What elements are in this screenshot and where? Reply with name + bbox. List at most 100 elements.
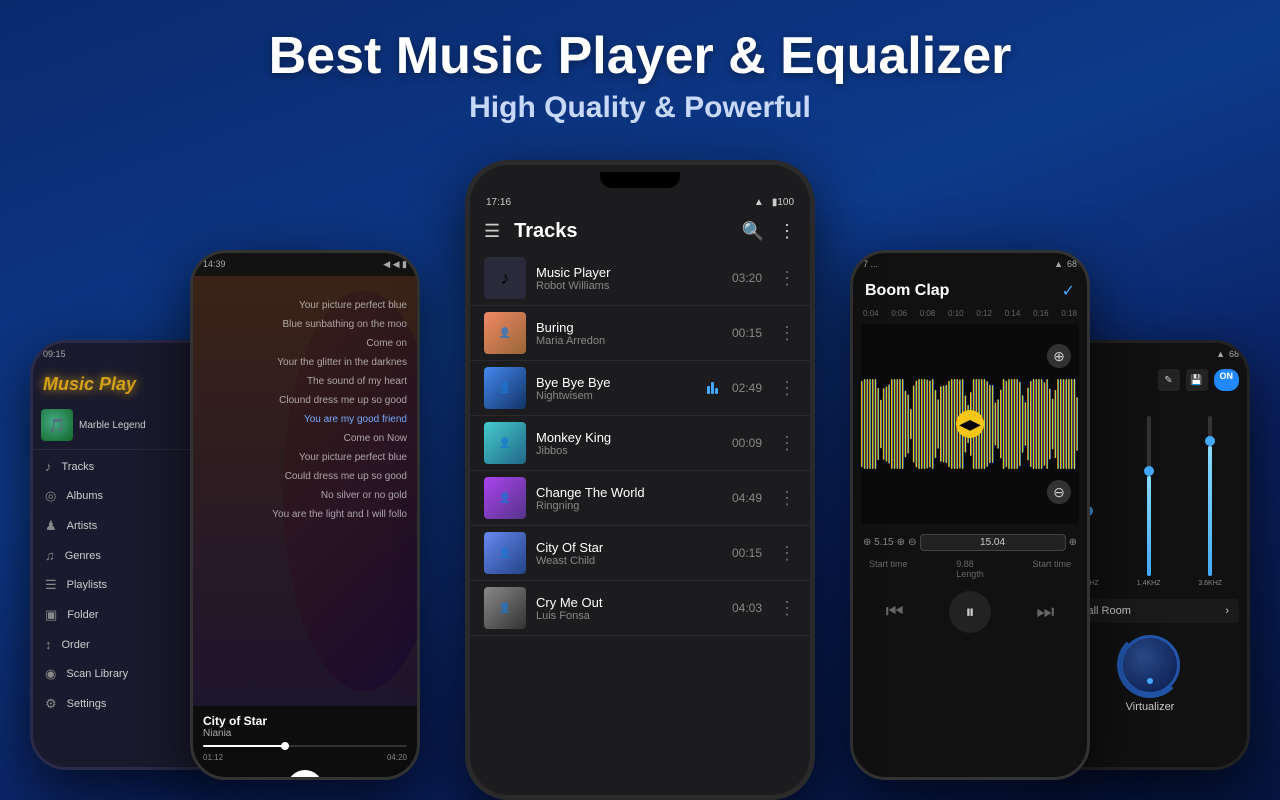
lyric-line: Your picture perfect blue bbox=[203, 448, 407, 467]
nav-icon: ♫ bbox=[45, 548, 55, 563]
track-artist: Robot Williams bbox=[536, 280, 722, 292]
phone2-content: Your picture perfect blueBlue sunbathing… bbox=[193, 276, 417, 706]
eq-slider-thumb[interactable] bbox=[1144, 466, 1154, 476]
track-more-button[interactable]: ⋮ bbox=[778, 543, 796, 564]
start-time-label: ⊕ 5.15 bbox=[863, 537, 894, 548]
phone2-status-bar: 14:39 ◀ ◀ ▮ bbox=[193, 253, 417, 276]
eq-toggle[interactable]: ON bbox=[1214, 369, 1240, 391]
track-name: Monkey King bbox=[536, 430, 722, 445]
lyrics-container: Your picture perfect blueBlue sunbathing… bbox=[193, 276, 417, 706]
next-button[interactable]: ⏭ bbox=[342, 779, 356, 780]
more-icon[interactable]: ⋮ bbox=[778, 221, 796, 242]
phone4-prev[interactable]: ⏮ bbox=[886, 601, 904, 624]
progress-bar[interactable] bbox=[203, 745, 407, 747]
eq-bar-3.6KHZ[interactable]: 3.6KHZ bbox=[1198, 403, 1222, 587]
phone4-next[interactable]: ⏭ bbox=[1036, 601, 1054, 624]
phone4-pause[interactable]: ⏸ bbox=[949, 591, 991, 633]
track-more-button[interactable]: ⋮ bbox=[778, 323, 796, 344]
zoom-in-button[interactable]: ⊕ bbox=[1047, 344, 1071, 368]
time-input[interactable] bbox=[920, 534, 1066, 551]
track-more-button[interactable]: ⋮ bbox=[778, 433, 796, 454]
preset-arrow: › bbox=[1225, 605, 1229, 617]
track-thumbnail: 👤 bbox=[484, 312, 526, 354]
track-more-button[interactable]: ⋮ bbox=[778, 268, 796, 289]
phone4-battery: 68 bbox=[1067, 259, 1077, 269]
track-info: Buring Maria Arredon bbox=[536, 320, 722, 347]
track-row[interactable]: 👤 Cry Me Out Luis Fonsa 04:03 ⋮ bbox=[470, 581, 810, 636]
track-artist: Luis Fonsa bbox=[536, 610, 722, 622]
album-name: Marble Legend bbox=[79, 420, 146, 431]
knob-ring bbox=[1117, 632, 1183, 698]
end-time-text: Start time bbox=[1032, 559, 1071, 579]
playback-controls: ⇄ ⏮ ▶ ⏭ ⟳ bbox=[203, 762, 407, 780]
track-row[interactable]: 👤 City Of Star Weast Child 00:15 ⋮ bbox=[470, 526, 810, 581]
eq-bar-1.4KHZ[interactable]: 1.4KHZ bbox=[1137, 403, 1161, 587]
track-thumbnail: 👤 bbox=[484, 477, 526, 519]
track-name: Change The World bbox=[536, 485, 722, 500]
track-row[interactable]: 👤 Change The World Ringning 04:49 ⋮ bbox=[470, 471, 810, 526]
phone4-status-icons: ▲ 68 bbox=[1054, 259, 1077, 269]
track-row[interactable]: ♪ Music Player Robot Williams 03:20 ⋮ bbox=[470, 251, 810, 306]
track-more-button[interactable]: ⋮ bbox=[778, 598, 796, 619]
track-thumbnail: ♪ bbox=[484, 257, 526, 299]
knob-dot bbox=[1147, 678, 1153, 684]
phones-container: 09:15 ▲ ◆ ▮ Music Play 🎵 Marble Legend ♪… bbox=[0, 180, 1280, 800]
zoom-plus[interactable]: ⊕ bbox=[897, 537, 905, 548]
track-artist: Nightwisem bbox=[536, 390, 697, 402]
track-row[interactable]: 👤 Monkey King Jibbos 00:09 ⋮ bbox=[470, 416, 810, 471]
virtualizer-knob[interactable] bbox=[1120, 635, 1180, 695]
play-button[interactable]: ▶ bbox=[287, 770, 323, 780]
progress-dot bbox=[281, 742, 289, 750]
virtualizer-label: Virtualizer bbox=[1126, 701, 1175, 713]
battery-icon: ▮100 bbox=[772, 197, 794, 208]
zoom-minus[interactable]: ⊖ bbox=[908, 537, 916, 548]
lyric-line: Could dress me up so good bbox=[203, 467, 407, 486]
nav-label: Folder bbox=[67, 609, 98, 621]
phone1-time: 09:15 bbox=[43, 349, 66, 360]
track-artist: Weast Child bbox=[536, 555, 722, 567]
phone4-wifi: ▲ bbox=[1054, 259, 1063, 269]
track-duration: 00:15 bbox=[732, 546, 762, 560]
lyric-line: Your picture perfect blue bbox=[203, 296, 407, 315]
hamburger-icon[interactable]: ☰ bbox=[484, 221, 500, 242]
save-icon-button[interactable]: 💾 bbox=[1186, 369, 1208, 391]
search-icon[interactable]: 🔍 bbox=[742, 221, 764, 242]
eq-freq-label: 1.4KHZ bbox=[1137, 580, 1161, 587]
repeat-button[interactable]: ⟳ bbox=[376, 778, 389, 780]
phone4-footer: ⏮ ⏸ ⏭ bbox=[853, 581, 1087, 643]
phone2-bottom: City of Star Niania 01:12 04:20 ⇄ ⏮ ▶ ⏭ … bbox=[193, 706, 417, 780]
prev-button[interactable]: ⏮ bbox=[253, 779, 267, 780]
header: Best Music Player & Equalizer High Quali… bbox=[0, 0, 1280, 143]
shuffle-button[interactable]: ⇄ bbox=[221, 778, 234, 780]
track-more-button[interactable]: ⋮ bbox=[778, 488, 796, 509]
track-name: Bye Bye Bye bbox=[536, 375, 697, 390]
lyric-line: Come on Now bbox=[203, 429, 407, 448]
track-row[interactable]: 👤 Bye Bye Bye Nightwisem 02:49 ⋮ bbox=[470, 361, 810, 416]
header-action-icons: 🔍 ⋮ bbox=[742, 221, 796, 242]
track-duration: 02:49 bbox=[732, 381, 762, 395]
phone3-notch bbox=[600, 172, 680, 188]
end-time-icon[interactable]: ⊕ bbox=[1069, 537, 1077, 548]
labels-row: Start time 9.88Length Start time bbox=[853, 557, 1087, 581]
track-artist: Jibbos bbox=[536, 445, 722, 457]
track-row[interactable]: 👤 Buring Maria Arredon 00:15 ⋮ bbox=[470, 306, 810, 361]
lyric-line: Clound dress me up so good bbox=[203, 391, 407, 410]
track-duration: 03:20 bbox=[732, 271, 762, 285]
track-name: Cry Me Out bbox=[536, 595, 722, 610]
time-total: 04:20 bbox=[387, 753, 407, 762]
phone-lyrics: 14:39 ◀ ◀ ▮ Your picture perfect blueBlu… bbox=[190, 250, 420, 780]
nav-icon: ⚙ bbox=[45, 696, 57, 712]
track-more-button[interactable]: ⋮ bbox=[778, 378, 796, 399]
edit-icon-button[interactable]: ✎ bbox=[1158, 369, 1180, 391]
zoom-out-button[interactable]: ⊖ bbox=[1047, 480, 1071, 504]
lyric-line: Come on bbox=[203, 334, 407, 353]
phone4-time: 7 ... bbox=[863, 259, 878, 269]
seek-handle[interactable]: ◀▶ bbox=[956, 410, 984, 438]
nav-icon: ♪ bbox=[45, 459, 52, 474]
start-time-text: Start time bbox=[869, 559, 908, 579]
checkmark-icon: ✓ bbox=[1062, 281, 1075, 301]
eq-slider-thumb[interactable] bbox=[1205, 436, 1215, 446]
track-duration: 04:49 bbox=[732, 491, 762, 505]
phone3-notch-area bbox=[470, 165, 810, 195]
track-info: Music Player Robot Williams bbox=[536, 265, 722, 292]
